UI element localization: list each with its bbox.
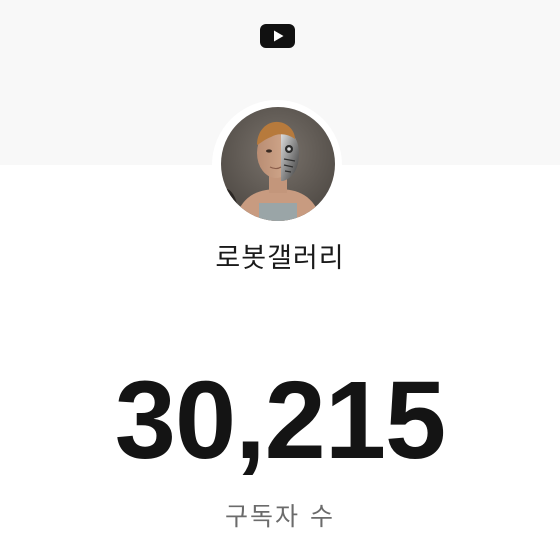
subscriber-count: 30,215 <box>114 359 446 482</box>
channel-avatar[interactable] <box>221 107 335 221</box>
subscriber-count-label: 구독자 수 <box>225 502 335 531</box>
youtube-icon[interactable] <box>260 24 295 48</box>
channel-name[interactable]: 로봇갤러리 <box>0 236 560 275</box>
